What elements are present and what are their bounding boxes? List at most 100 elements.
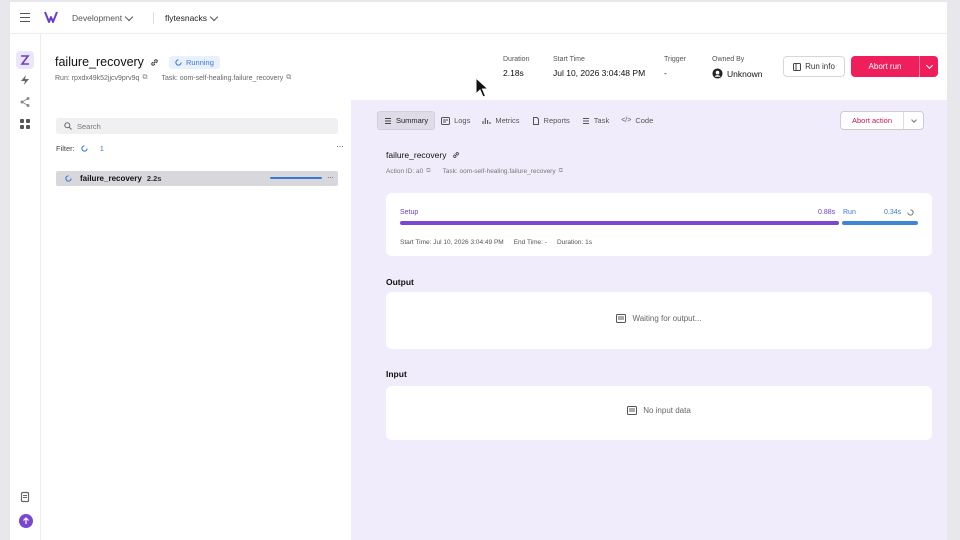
search-input[interactable]: Search	[56, 118, 338, 134]
code-icon: </>	[621, 117, 632, 124]
duration-value: 2.18s	[503, 68, 524, 78]
run-label: Run	[843, 209, 856, 216]
menu-icon[interactable]	[20, 13, 30, 22]
filter-label: Filter:	[56, 144, 75, 153]
runs-icon	[20, 55, 30, 65]
copy-icon[interactable]: ⧉	[142, 74, 147, 82]
status-badge: Running	[168, 55, 220, 69]
divider	[153, 12, 154, 24]
tab-logs[interactable]: Logs	[435, 111, 476, 130]
more-icon[interactable]: ···	[336, 141, 344, 151]
run-task: Task: oom-self-healing.failure_recovery	[161, 74, 284, 82]
panel-icon	[793, 62, 802, 71]
action-title: failure_recovery	[386, 150, 447, 160]
run-id: Run: rpxdx49k52jjcv9prv9q	[55, 74, 140, 82]
run-info-label: Run info	[805, 62, 835, 71]
runs-nav-item[interactable]	[16, 51, 34, 69]
tab-reports[interactable]: Reports	[526, 111, 576, 130]
abort-run-dropdown[interactable]	[919, 56, 938, 77]
domain-label: Development	[72, 13, 123, 23]
input-icon	[627, 406, 638, 415]
chevron-down-icon	[910, 116, 917, 123]
tab-task[interactable]: Task	[576, 111, 615, 130]
duration-key: Duration	[503, 56, 530, 63]
run-title: failure_recovery	[55, 55, 144, 69]
status-text: Running	[185, 57, 214, 67]
timeline-start: Start Time: Jul 10, 2026 3:04:49 PM	[400, 239, 504, 246]
metrics-icon	[482, 117, 491, 124]
share-icon	[20, 97, 30, 107]
spinner-icon	[81, 145, 88, 152]
domain-selector[interactable]: Development	[72, 12, 134, 23]
lightning-icon	[21, 75, 29, 85]
list-item[interactable]: failure_recovery 2.2s ···	[56, 171, 338, 186]
reports-icon	[532, 116, 539, 125]
link-icon[interactable]	[452, 151, 460, 159]
filter-count: 1	[99, 144, 104, 153]
run-info-button[interactable]: Run info	[783, 56, 845, 77]
mouse-cursor-icon	[475, 77, 489, 98]
owner-meta: Owned By Unknown	[712, 56, 762, 79]
trigger-key: Trigger	[664, 56, 686, 63]
setup-duration: 0.88s	[818, 209, 836, 216]
run-bar	[842, 221, 918, 225]
tab-label: Task	[593, 116, 610, 125]
tab-label: Metrics	[495, 116, 520, 125]
trigger-value: -	[664, 68, 667, 78]
apps-nav-item[interactable]	[19, 118, 31, 130]
avatar-icon	[712, 68, 723, 79]
summary-icon	[385, 117, 391, 124]
top-bar: Development flytesnacks	[10, 2, 947, 34]
action-name: failure_recovery	[80, 174, 142, 183]
logs-icon	[441, 116, 451, 125]
actions-panel: Search Filter: 1 ··· failure_recovery 2.…	[41, 100, 351, 540]
action-detail-panel: Summary Logs Metrics Reports Task </> Co…	[351, 100, 947, 540]
owner-value: Unknown	[727, 68, 763, 79]
more-icon[interactable]: ···	[327, 173, 334, 182]
output-card: Waiting for output...	[386, 292, 932, 349]
task-icon	[582, 117, 589, 124]
output-icon	[616, 314, 627, 323]
action-task: Task: oom-self-healing.failure_recovery	[442, 168, 556, 175]
spinner-icon	[65, 175, 72, 182]
copy-icon[interactable]: ⧉	[286, 74, 291, 82]
owner-key: Owned By	[712, 56, 745, 63]
abort-action-dropdown[interactable]	[903, 112, 923, 129]
input-empty-text: No input data	[643, 406, 691, 415]
abort-action-label: Abort action	[851, 116, 893, 125]
logo-icon[interactable]	[44, 11, 58, 25]
copy-icon[interactable]: ⧉	[426, 168, 430, 175]
project-label: flytesnacks	[165, 13, 208, 23]
abort-action-button[interactable]: Abort action	[840, 111, 924, 130]
abort-run-label: Abort run	[868, 62, 902, 71]
input-card: No input data	[386, 386, 932, 440]
run-header: failure_recovery Running Run: rpxdx49k52…	[41, 34, 947, 100]
tab-metrics[interactable]: Metrics	[476, 111, 525, 130]
output-empty: Waiting for output...	[386, 314, 932, 323]
tab-code[interactable]: </> Code	[615, 111, 659, 130]
upgrade-button[interactable]	[19, 514, 33, 528]
tab-label: Reports	[543, 116, 570, 125]
progress-bar	[270, 177, 322, 179]
document-icon	[20, 491, 30, 503]
project-selector[interactable]: flytesnacks	[165, 12, 219, 23]
duration-meta: Duration 2.18s	[503, 56, 529, 78]
abort-run-button[interactable]: Abort run	[851, 56, 938, 77]
tab-summary[interactable]: Summary	[377, 111, 436, 130]
search-icon	[64, 122, 72, 130]
start-time-meta: Start Time Jul 10, 2026 3:04:48 PM	[553, 56, 645, 78]
setup-label: Setup	[400, 209, 419, 216]
timeline-end: End Time: -	[513, 239, 547, 246]
output-heading: Output	[386, 277, 414, 287]
action-duration: 2.2s	[146, 174, 162, 183]
share-nav-item[interactable]	[19, 96, 31, 108]
start-time-value: Jul 10, 2026 3:04:48 PM	[553, 68, 646, 78]
tab-label: Summary	[396, 116, 429, 125]
copy-icon[interactable]: ⧉	[559, 168, 563, 175]
action-id: Action ID: a0	[386, 168, 424, 175]
timeline-duration: Duration: 1s	[556, 239, 592, 246]
triggers-nav-item[interactable]	[19, 74, 31, 86]
docs-nav-item[interactable]	[19, 491, 31, 503]
link-icon[interactable]	[150, 58, 159, 67]
filter-bar[interactable]: Filter: 1	[56, 144, 104, 153]
